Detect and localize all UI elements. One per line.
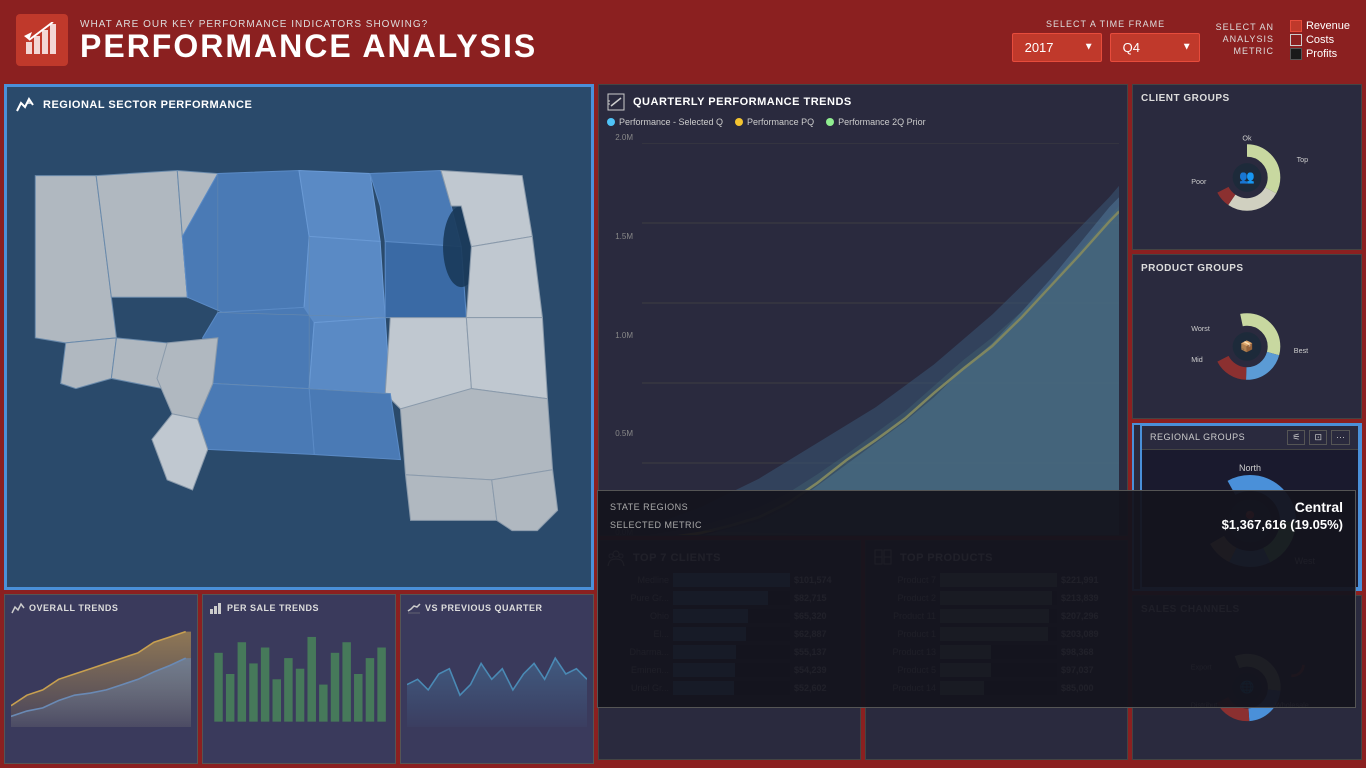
map-card-title: REGIONAL SECTOR PERFORMANCE — [43, 99, 252, 111]
per-sale-sparkline — [209, 619, 389, 729]
quarter-dropdown[interactable]: Q4 Q3 Q2 Q1 — [1110, 33, 1200, 62]
regional-popup-header: REGIONAL GROUPS ⚟ ⊡ ··· — [1142, 426, 1358, 450]
svg-text:Ok: Ok — [1242, 133, 1252, 142]
vs-previous-sparkline — [407, 619, 587, 729]
quarterly-svg — [642, 143, 1119, 536]
legend-label-1: Performance - Selected Q — [619, 117, 723, 127]
costs-legend-box — [1290, 34, 1302, 46]
revenue-label: Revenue — [1306, 20, 1350, 32]
time-frame-section: SELECT A TIME FRAME 2017 2016 Q4 Q3 Q2 Q… — [1012, 19, 1200, 62]
analysis-label: SELECT ANANALYSISMETRIC — [1216, 22, 1274, 57]
legend-2q-prior: Performance 2Q Prior — [826, 117, 926, 127]
client-groups-donut: 👥 Ok Top Poor — [1141, 110, 1353, 236]
client-groups-card: CLIENT GROUPS 👥 Ok Top Poor — [1132, 84, 1362, 250]
map-icon — [15, 95, 35, 115]
vs-previous-icon — [407, 601, 421, 615]
center-panel: QUARTERLY PERFORMANCE TRENDS Performance… — [598, 84, 1128, 760]
popup-expand-btn[interactable]: ⊡ — [1309, 430, 1327, 445]
overall-trends-card: OVERALL TRENDS — [4, 594, 198, 764]
quarter-dropdown-wrapper[interactable]: Q4 Q3 Q2 Q1 — [1110, 33, 1200, 62]
y-label-1: 2.0M — [607, 133, 633, 142]
svg-text:Best: Best — [1294, 346, 1308, 355]
y-label-3: 1.0M — [607, 331, 633, 340]
map-title-row: REGIONAL SECTOR PERFORMANCE — [15, 95, 583, 115]
profits-label: Profits — [1306, 48, 1337, 60]
analysis-option-costs[interactable]: Costs — [1290, 34, 1350, 46]
year-dropdown-wrapper[interactable]: 2017 2016 — [1012, 33, 1102, 62]
quarterly-icon — [607, 93, 625, 111]
svg-text:Mid: Mid — [1191, 355, 1203, 364]
legend-selected-q: Performance - Selected Q — [607, 117, 723, 127]
popup-more-btn[interactable]: ··· — [1331, 430, 1350, 445]
bottom-trends: OVERALL TRENDS — [4, 594, 594, 764]
svg-text:📦: 📦 — [1240, 340, 1253, 353]
client-groups-title: CLIENT GROUPS — [1141, 93, 1353, 104]
time-frame-label: SELECT A TIME FRAME — [1046, 19, 1165, 29]
overall-trends-icon — [11, 601, 25, 615]
chart-legend: Performance - Selected Q Performance PQ … — [607, 117, 1119, 127]
analysis-section: SELECT ANANALYSISMETRIC — [1216, 22, 1274, 57]
tooltip-region-label: STATE REGIONS — [610, 502, 688, 512]
per-sale-icon — [209, 601, 223, 615]
left-panel: REGIONAL SECTOR PERFORMANCE — [4, 84, 594, 764]
vs-previous-title: VS PREVIOUS QUARTER — [407, 601, 587, 615]
analysis-option-revenue[interactable]: Revenue — [1290, 20, 1350, 32]
product-groups-title: PRODUCT GROUPS — [1141, 263, 1353, 274]
per-sale-trends-card: PER SALE TRENDS — [202, 594, 396, 764]
tooltip-region: STATE REGIONS Central — [610, 499, 1343, 515]
vs-previous-card: VS PREVIOUS QUARTER — [400, 594, 594, 764]
regional-groups-title: REGIONAL GROUPS — [1150, 432, 1245, 442]
year-dropdown[interactable]: 2017 2016 — [1012, 33, 1102, 62]
legend-dot-2 — [735, 118, 743, 126]
revenue-legend-box — [1290, 20, 1302, 32]
popup-controls: ⚟ ⊡ ··· — [1287, 430, 1350, 445]
header-controls: SELECT A TIME FRAME 2017 2016 Q4 Q3 Q2 Q… — [1012, 19, 1350, 62]
svg-text:North: North — [1239, 463, 1261, 473]
legend-label-2: Performance PQ — [747, 117, 814, 127]
client-groups-svg: 👥 Ok Top Poor — [1141, 128, 1353, 218]
quarterly-title-row: QUARTERLY PERFORMANCE TRENDS — [607, 93, 1119, 111]
main-content: REGIONAL SECTOR PERFORMANCE — [0, 80, 1366, 768]
header-icon — [16, 14, 68, 66]
chart-icon — [24, 22, 60, 58]
map-card: REGIONAL SECTOR PERFORMANCE — [4, 84, 594, 590]
header-title: PERFORMANCE ANALYSIS — [80, 30, 537, 62]
us-map-svg[interactable] — [15, 121, 583, 575]
quarterly-chart-title: QUARTERLY PERFORMANCE TRENDS — [633, 96, 852, 108]
tooltip-region-value: Central — [1295, 499, 1343, 515]
tooltip-metric-value: $1,367,616 (19.05%) — [1222, 517, 1343, 532]
map-container — [15, 121, 583, 575]
svg-text:👥: 👥 — [1239, 170, 1255, 184]
y-label-4: 0.5M — [607, 429, 633, 438]
tooltip-box: STATE REGIONS Central SELECTED METRIC $1… — [597, 490, 1356, 708]
legend-dot-1 — [607, 118, 615, 126]
quarterly-chart-card: QUARTERLY PERFORMANCE TRENDS Performance… — [598, 84, 1128, 536]
analysis-options: Revenue Costs Profits — [1290, 20, 1350, 60]
quarterly-chart-area: 2.0M 1.5M 1.0M 0.5M 0.0M — [607, 133, 1119, 536]
overall-trends-title: OVERALL TRENDS — [11, 601, 191, 615]
svg-text:Top: Top — [1297, 155, 1309, 164]
svg-text:Poor: Poor — [1191, 177, 1207, 186]
product-groups-donut: 📦 Worst Best Mid — [1141, 280, 1353, 406]
popup-filter-btn[interactable]: ⚟ — [1287, 430, 1305, 445]
y-axis: 2.0M 1.5M 1.0M 0.5M 0.0M — [607, 133, 637, 536]
legend-label-3: Performance 2Q Prior — [838, 117, 926, 127]
legend-pq: Performance PQ — [735, 117, 814, 127]
overall-trends-sparkline — [11, 619, 191, 729]
tooltip-metric-label: SELECTED METRIC — [610, 520, 702, 530]
product-groups-svg: 📦 Worst Best Mid — [1141, 297, 1353, 387]
svg-text:Worst: Worst — [1191, 324, 1210, 333]
product-groups-card: PRODUCT GROUPS 📦 Worst Best Mid — [1132, 254, 1362, 420]
analysis-option-profits[interactable]: Profits — [1290, 48, 1350, 60]
header: WHAT ARE OUR KEY PERFORMANCE INDICATORS … — [0, 0, 1366, 80]
per-sale-title: PER SALE TRENDS — [209, 601, 389, 615]
time-frame-dropdowns: 2017 2016 Q4 Q3 Q2 Q1 — [1012, 33, 1200, 62]
tooltip-metric-row: SELECTED METRIC $1,367,616 (19.05%) — [610, 517, 1343, 532]
legend-dot-3 — [826, 118, 834, 126]
y-label-2: 1.5M — [607, 232, 633, 241]
profits-legend-box — [1290, 48, 1302, 60]
header-left: WHAT ARE OUR KEY PERFORMANCE INDICATORS … — [80, 19, 537, 62]
costs-label: Costs — [1306, 34, 1334, 46]
